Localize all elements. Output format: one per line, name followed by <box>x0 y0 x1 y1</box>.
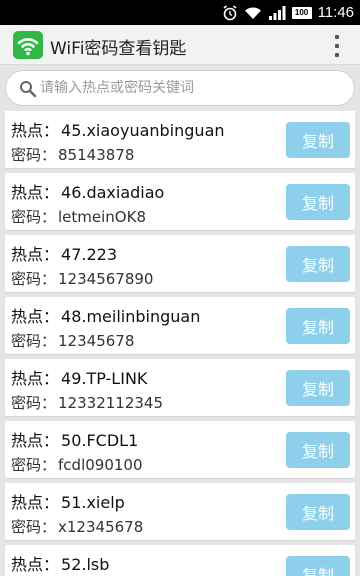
password-value: letmeinOK8 <box>58 208 146 226</box>
app-bar: WiFi密码查看钥匙 <box>0 25 360 65</box>
hotspot-name: 48.meilinbinguan <box>61 307 201 326</box>
list-item: 热点： 49.TP-LINK 密码： 12332112345 复制 <box>5 359 355 416</box>
copy-button[interactable]: 复制 <box>286 432 350 468</box>
hotspot-name: 49.TP-LINK <box>61 369 148 388</box>
hotspot-label: 热点： <box>11 555 60 574</box>
hotspot-name: 52.lsb <box>61 555 110 574</box>
password-value: 85143878 <box>58 146 135 164</box>
search-icon <box>20 81 37 98</box>
password-label: 密码： <box>11 270 57 288</box>
password-label: 密码： <box>11 146 57 164</box>
list-item: 热点：52.lsb 密码： 复制 <box>5 545 355 576</box>
list-item: 热点： 50.FCDL1 密码： fcdl090100 复制 <box>5 421 355 478</box>
password-label: 密码： <box>11 456 57 474</box>
copy-button[interactable]: 复制 <box>286 122 350 158</box>
hotspot-label: 热点： <box>11 183 60 202</box>
password-value: x12345678 <box>58 518 144 536</box>
hotspot-list[interactable]: 热点： 45.xiaoyuanbinguan 密码： 85143878 复制 热点：… <box>0 111 360 576</box>
wifi-icon <box>244 6 261 19</box>
alarm-icon <box>223 4 237 20</box>
wifi-app-icon[interactable] <box>13 31 43 59</box>
password-label: 密码： <box>11 394 57 412</box>
search-bar[interactable] <box>5 70 355 106</box>
copy-button[interactable]: 复制 <box>286 184 350 220</box>
hotspot-label: 热点： <box>11 369 60 388</box>
search-input[interactable] <box>40 76 340 100</box>
list-item: 热点： 46.daxiadiao 密码： letmeinOK8 复制 <box>5 173 355 230</box>
hotspot-name: 46.daxiadiao <box>61 183 165 202</box>
battery-icon: 100 <box>291 6 312 19</box>
signal-icon <box>268 5 286 20</box>
copy-button[interactable]: 复制 <box>286 494 350 530</box>
hotspot-label: 热点： <box>11 121 60 140</box>
password-label: 密码： <box>11 208 57 226</box>
list-item: 热点： 51.xielp 密码： x12345678 复制 <box>5 483 355 540</box>
password-label: 密码： <box>11 332 57 350</box>
password-value: fcdl090100 <box>58 456 143 474</box>
hotspot-label: 热点： <box>11 431 60 450</box>
list-item: 热点： 47.223 密码： 1234567890 复制 <box>5 235 355 292</box>
status-time: 11:46 <box>317 4 354 21</box>
password-value: 12332112345 <box>58 394 163 412</box>
hotspot-label: 热点： <box>11 245 60 264</box>
copy-button[interactable]: 复制 <box>286 556 350 576</box>
overflow-menu-icon[interactable] <box>334 35 340 57</box>
copy-button[interactable]: 复制 <box>286 370 350 406</box>
list-item: 热点： 45.xiaoyuanbinguan 密码： 85143878 复制 <box>5 111 355 168</box>
password-value: 12345678 <box>58 332 135 350</box>
hotspot-name: 47.223 <box>61 245 117 264</box>
password-value: 1234567890 <box>58 270 154 288</box>
password-label: 密码： <box>11 518 57 536</box>
hotspot-name: 45.xiaoyuanbinguan <box>61 121 225 140</box>
copy-button[interactable]: 复制 <box>286 308 350 344</box>
status-bar: 100 11:46 <box>0 0 360 25</box>
copy-button[interactable]: 复制 <box>286 246 350 282</box>
hotspot-label: 热点： <box>11 493 60 512</box>
hotspot-label: 热点： <box>11 307 60 326</box>
hotspot-name: 50.FCDL1 <box>61 431 139 450</box>
list-item: 热点： 48.meilinbinguan 密码： 12345678 复制 <box>5 297 355 354</box>
app-title: WiFi密码查看钥匙 <box>50 39 187 59</box>
hotspot-name: 51.xielp <box>61 493 125 512</box>
